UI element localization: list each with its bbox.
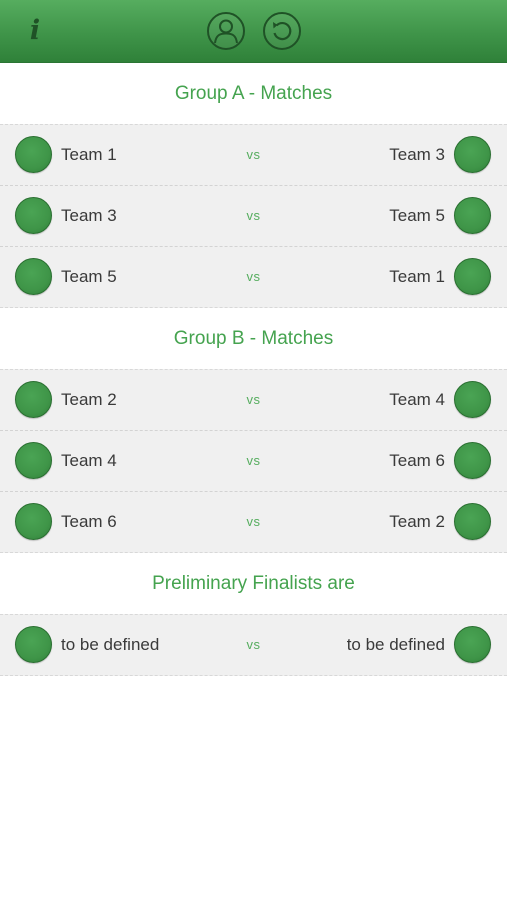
away-team-ball-icon <box>454 381 491 418</box>
away-team-ball-icon <box>454 197 491 234</box>
match-list-finalists: to be defined vs to be defined <box>0 614 507 676</box>
away-team-ball-icon <box>454 136 491 173</box>
group-b-section: Group B - Matches Team 2 vs Team 4 Team … <box>0 308 507 553</box>
away-team-name: to be defined <box>346 635 445 654</box>
finalists-section: Preliminary Finalists are to be defined … <box>0 553 507 676</box>
match-row[interactable]: Team 5 vs Team 1 <box>0 246 507 308</box>
section-title-finalists: Preliminary Finalists are <box>152 573 355 594</box>
away-team-ball-icon <box>454 626 491 663</box>
away-team-ball-icon <box>454 442 491 479</box>
away-team-name: Team 6 <box>389 451 445 470</box>
top-toolbar: i <box>0 0 507 63</box>
away-team-name: Team 5 <box>389 206 445 225</box>
section-title-group-a: Group A - Matches <box>174 83 333 104</box>
info-icon[interactable]: i <box>24 14 46 48</box>
away-team-name: Team 2 <box>389 512 445 531</box>
away-team-name: Team 4 <box>389 390 445 409</box>
away-team-ball-icon <box>454 503 491 540</box>
match-row[interactable]: Team 3 vs Team 5 <box>0 185 507 246</box>
away-team-ball-icon <box>454 258 491 295</box>
match-row[interactable]: Team 6 vs Team 2 <box>0 491 507 553</box>
match-row[interactable]: Team 1 vs Team 3 <box>0 124 507 185</box>
match-list-group-b: Team 2 vs Team 4 Team 4 vs Team 6 Team 6… <box>0 369 507 553</box>
match-row[interactable]: Team 2 vs Team 4 <box>0 369 507 430</box>
away-team-name: Team 1 <box>389 267 445 286</box>
section-title-group-b: Group B - Matches <box>173 328 334 349</box>
away-team-name: Team 3 <box>389 145 445 164</box>
reset-icon[interactable] <box>263 12 301 50</box>
profile-icon[interactable] <box>207 12 245 50</box>
match-list-group-a: Team 1 vs Team 3 Team 3 vs Team 5 Team 5… <box>0 124 507 308</box>
group-a-section: Group A - Matches Team 1 vs Team 3 Team … <box>0 63 507 308</box>
match-row[interactable]: to be defined vs to be defined <box>0 614 507 676</box>
match-row[interactable]: Team 4 vs Team 6 <box>0 430 507 491</box>
